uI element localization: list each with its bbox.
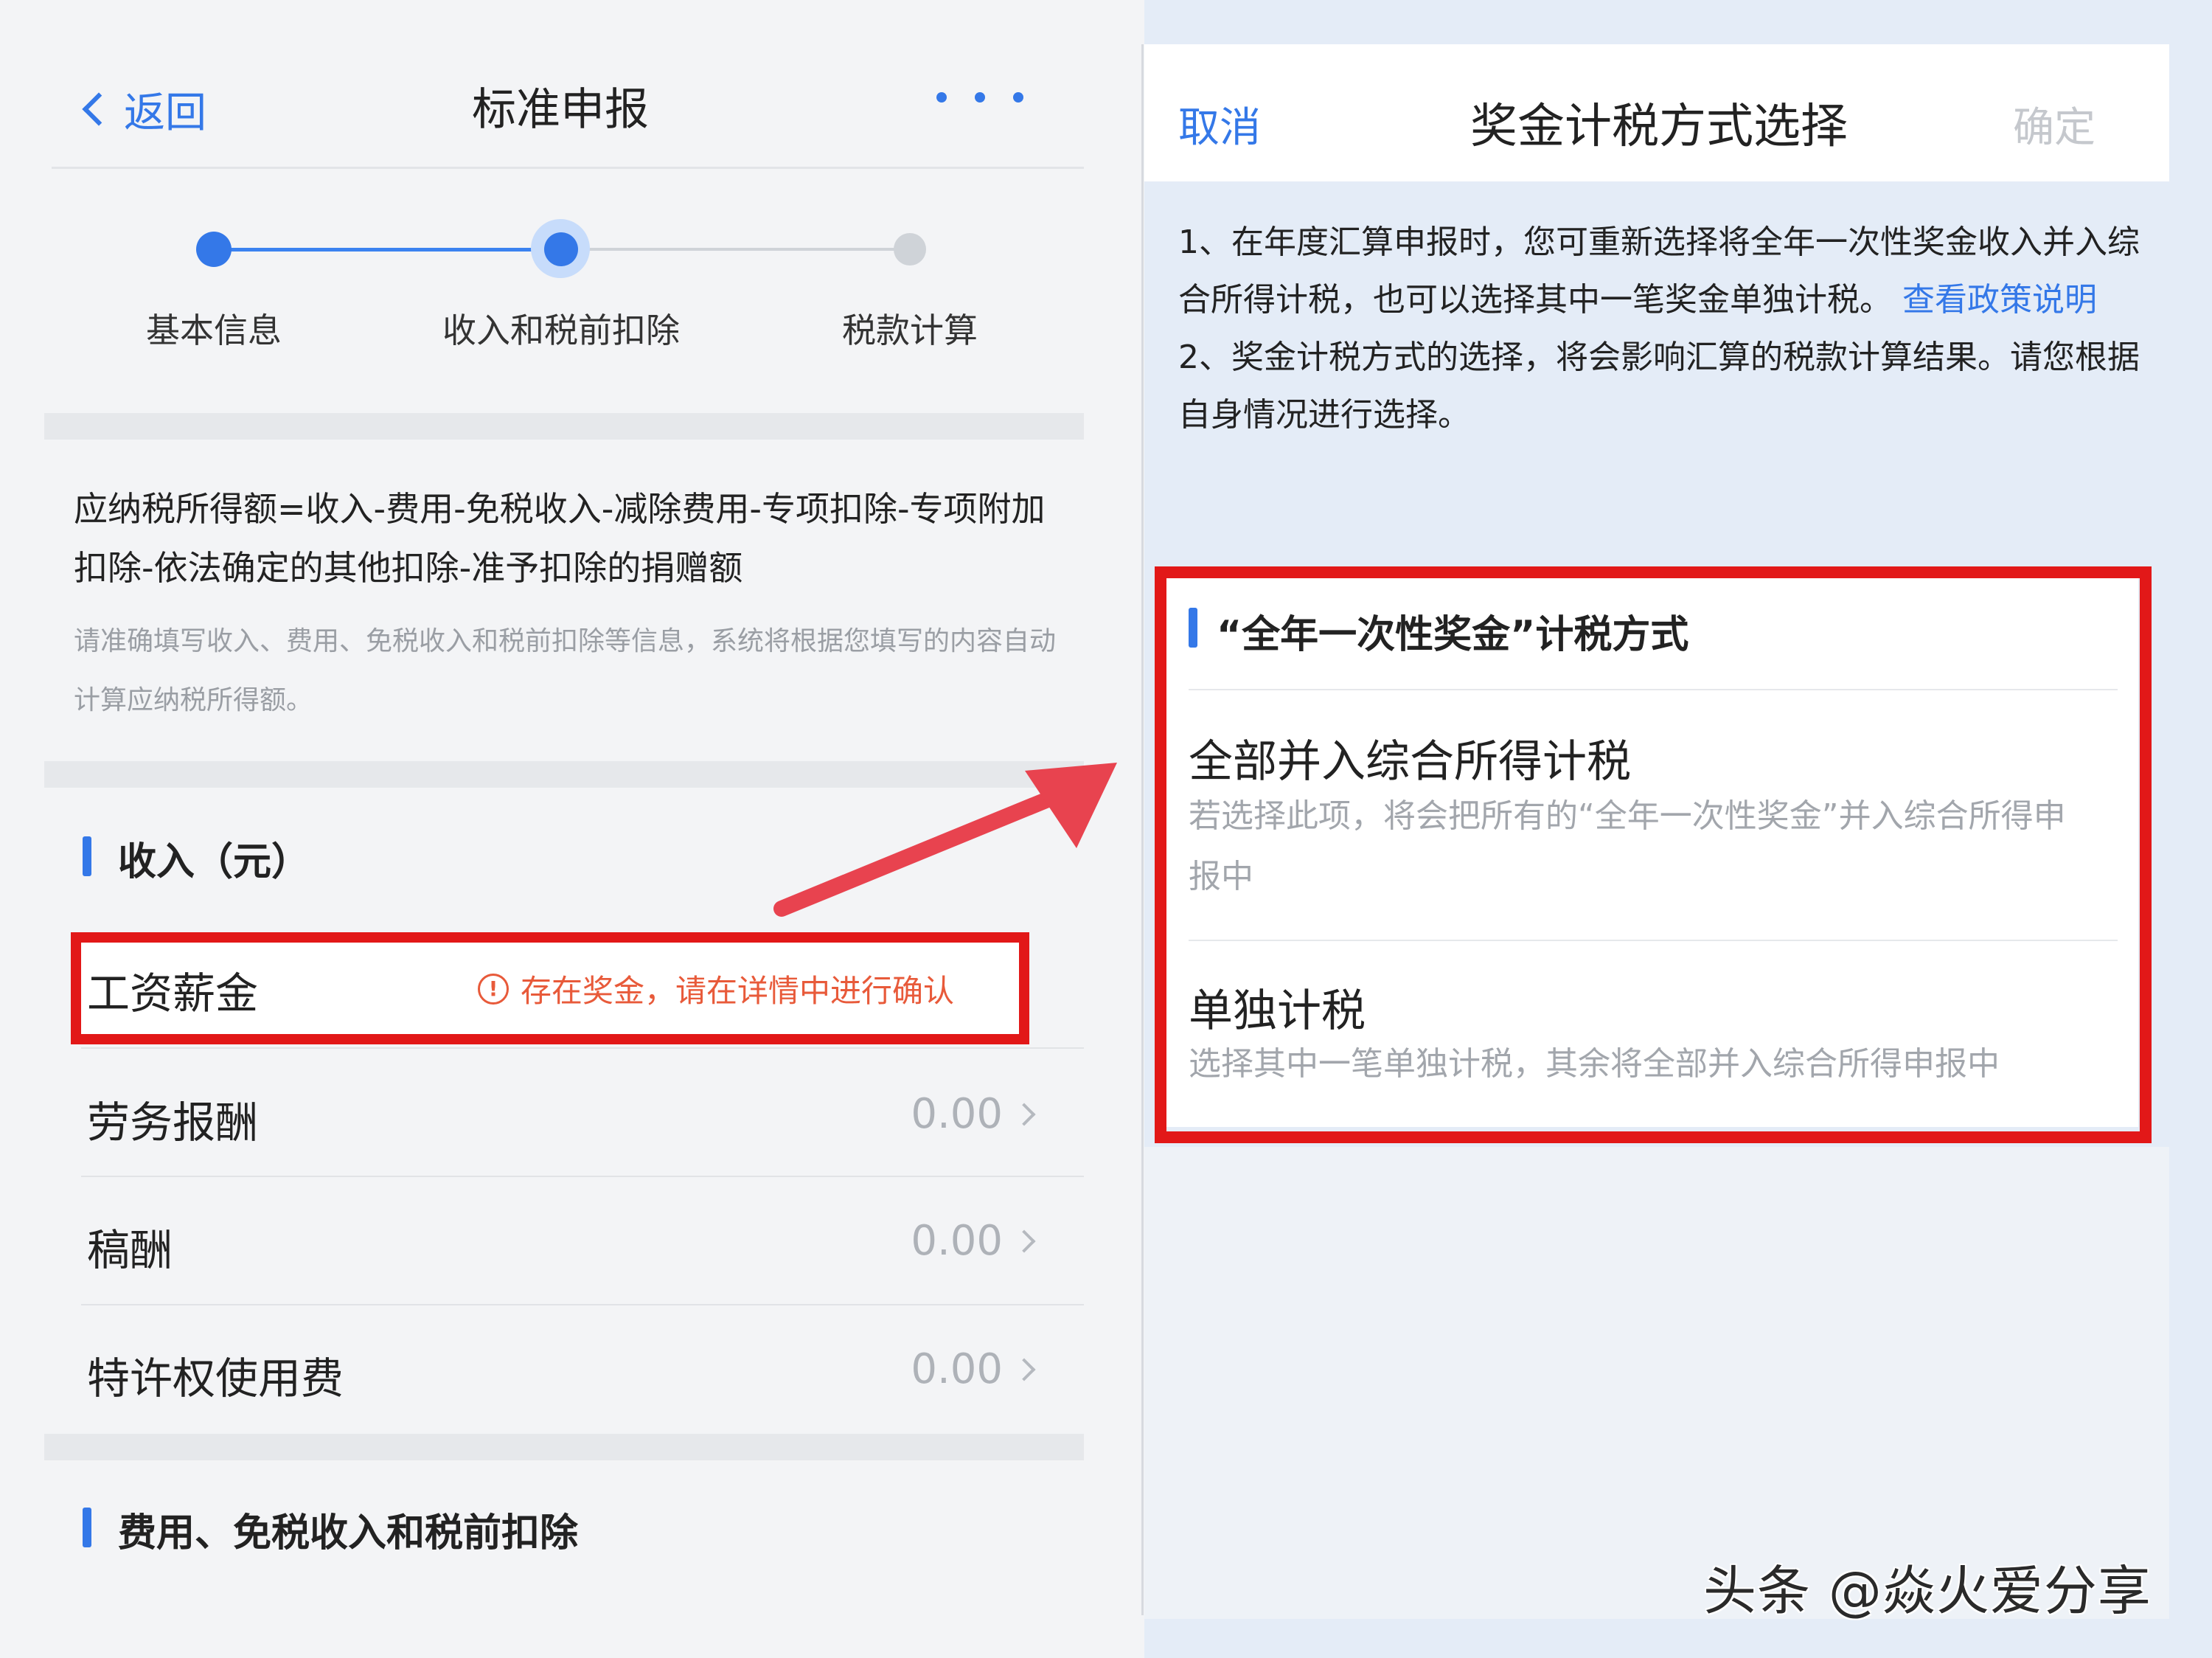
- row-label-labor: 劳务报酬: [87, 1097, 259, 1148]
- highlight-box-options: [1155, 566, 2152, 1143]
- highlight-box-salary: [71, 932, 1029, 1044]
- section-spacer: [44, 413, 1084, 440]
- chevron-left-icon: [82, 92, 116, 126]
- step-progress-done: [214, 248, 560, 252]
- row-value-labor: 0.00: [911, 1090, 1003, 1138]
- more-dot: [1013, 92, 1023, 103]
- income-section-title: 收入（元）: [118, 840, 310, 884]
- cancel-button[interactable]: 取消: [1178, 94, 1261, 154]
- back-label: 返回: [124, 89, 206, 137]
- watermark: 头条 @焱火爱分享: [1703, 1560, 2152, 1622]
- taxable-income-formula: 应纳税所得额=收入-费用-免税收入-减除费用-专项扣除-专项附加扣除-依法确定的…: [74, 489, 1046, 588]
- more-dot: [936, 92, 947, 103]
- step-dot-tax-calc: [894, 233, 926, 266]
- step-progress-pending: [560, 248, 908, 251]
- policy-link[interactable]: 查看政策说明: [1902, 281, 2097, 319]
- section-marker: [83, 836, 91, 876]
- annotation-arrow-icon: [773, 763, 1117, 917]
- row-value-manuscript: 0.00: [911, 1217, 1003, 1265]
- notice-line-2: 2、奖金计税方式的选择，将会影响汇算的税款计算结果。请您根据自身情况进行选择。: [1178, 339, 2140, 434]
- row-label-manuscript: 稿酬: [87, 1225, 173, 1275]
- section-spacer: [44, 1434, 1084, 1460]
- modal-title: 奖金计税方式选择: [1470, 100, 1848, 154]
- page-title: 标准申报: [472, 84, 649, 136]
- arrow-shaft: [773, 780, 1085, 917]
- step-dot-basic-info: [196, 232, 232, 267]
- step-dot-income: [544, 232, 578, 266]
- section-marker: [83, 1508, 91, 1547]
- more-dot: [975, 92, 985, 103]
- step-label-basic-info: 基本信息: [146, 311, 282, 350]
- step-label-income: 收入和税前扣除: [442, 311, 680, 350]
- expense-section-title: 费用、免税收入和税前扣除: [118, 1511, 579, 1555]
- row-value-royalties: 0.00: [911, 1345, 1003, 1393]
- step-label-tax-calc: 税款计算: [842, 311, 978, 350]
- notice-text: 1、在年度汇算申报时，您可重新选择将全年一次性奖金收入并入综合所得计税，也可以选…: [1178, 214, 2144, 444]
- more-options-icon[interactable]: [936, 92, 1023, 103]
- row-label-royalties: 特许权使用费: [87, 1353, 344, 1404]
- fill-hint: 请准确填写收入、费用、免税收入和税前扣除等信息，系统将根据您填写的内容自动计算应…: [74, 626, 1057, 715]
- confirm-button[interactable]: 确定: [2013, 94, 2096, 154]
- nav-divider: [52, 167, 1084, 169]
- back-button[interactable]: 返回: [81, 80, 206, 139]
